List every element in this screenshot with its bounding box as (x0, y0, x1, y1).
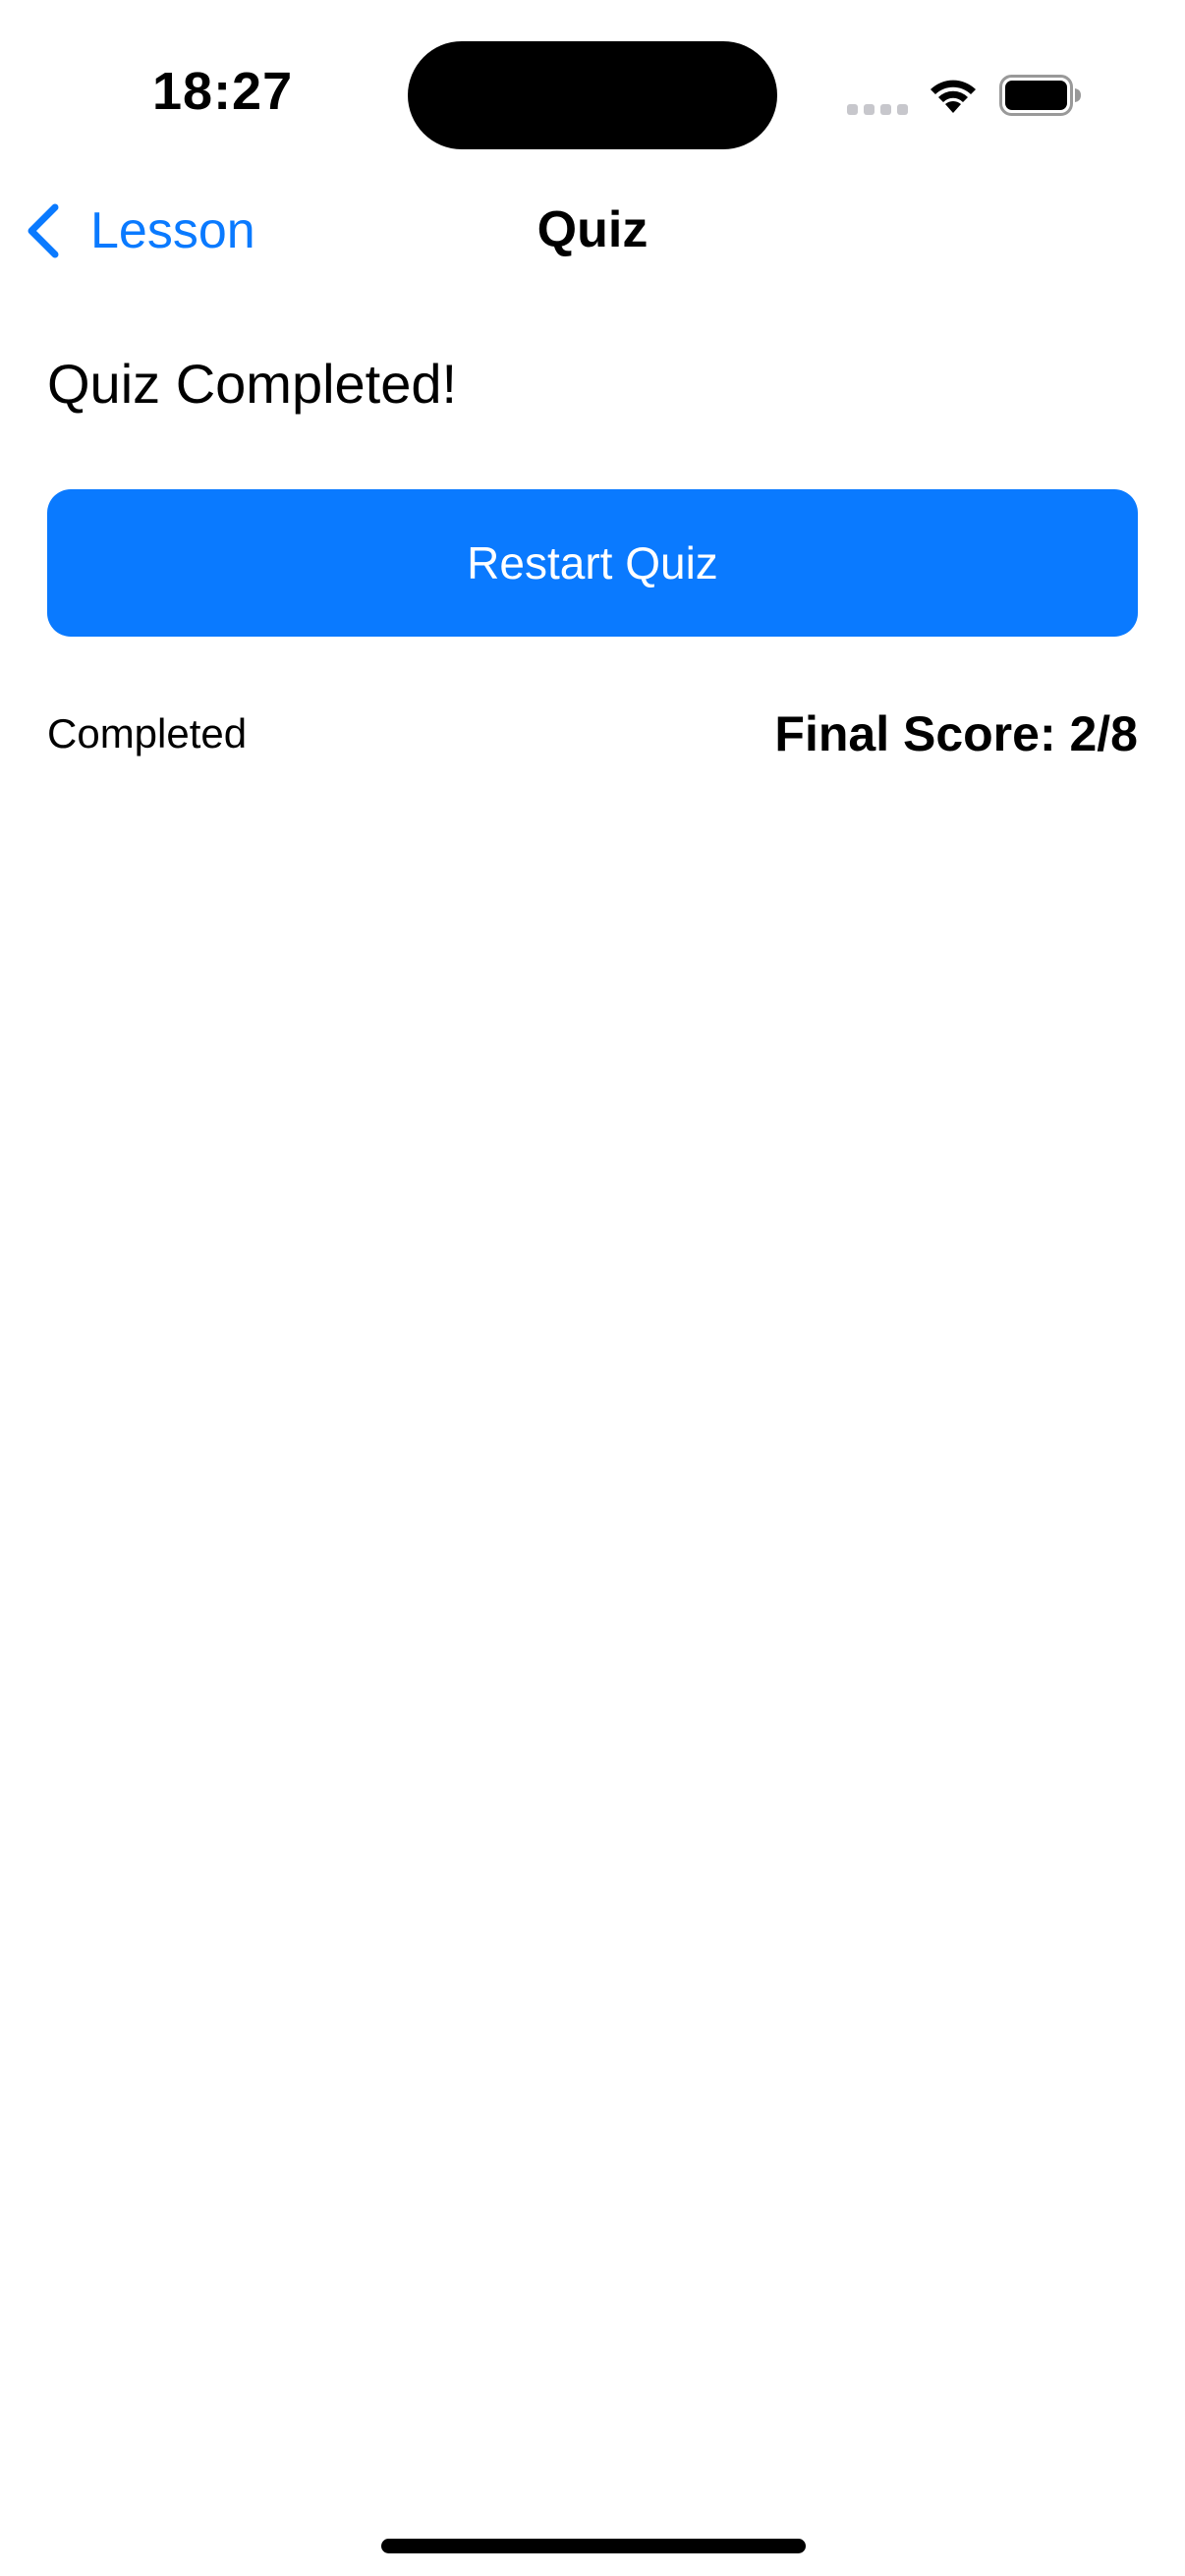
completion-status: Completed (47, 710, 248, 756)
status-time: 18:27 (152, 62, 294, 121)
score-row: Completed Final Score: 2/8 (47, 700, 1138, 768)
back-button[interactable]: Lesson (24, 196, 255, 265)
home-indicator[interactable] (381, 2539, 806, 2553)
dynamic-island (408, 41, 777, 149)
wifi-icon (931, 80, 976, 113)
navigation-bar: Quiz Lesson (0, 177, 1185, 285)
chevron-left-icon (28, 203, 59, 258)
cellular-signal-icon (847, 104, 908, 115)
restart-quiz-button[interactable]: Restart Quiz (47, 489, 1138, 637)
status-bar: 18:27 (0, 0, 1185, 177)
battery-icon (999, 75, 1081, 116)
back-label: Lesson (90, 202, 255, 259)
final-score: Final Score: 2/8 (774, 706, 1138, 761)
page-heading: Quiz Completed! (47, 353, 458, 415)
